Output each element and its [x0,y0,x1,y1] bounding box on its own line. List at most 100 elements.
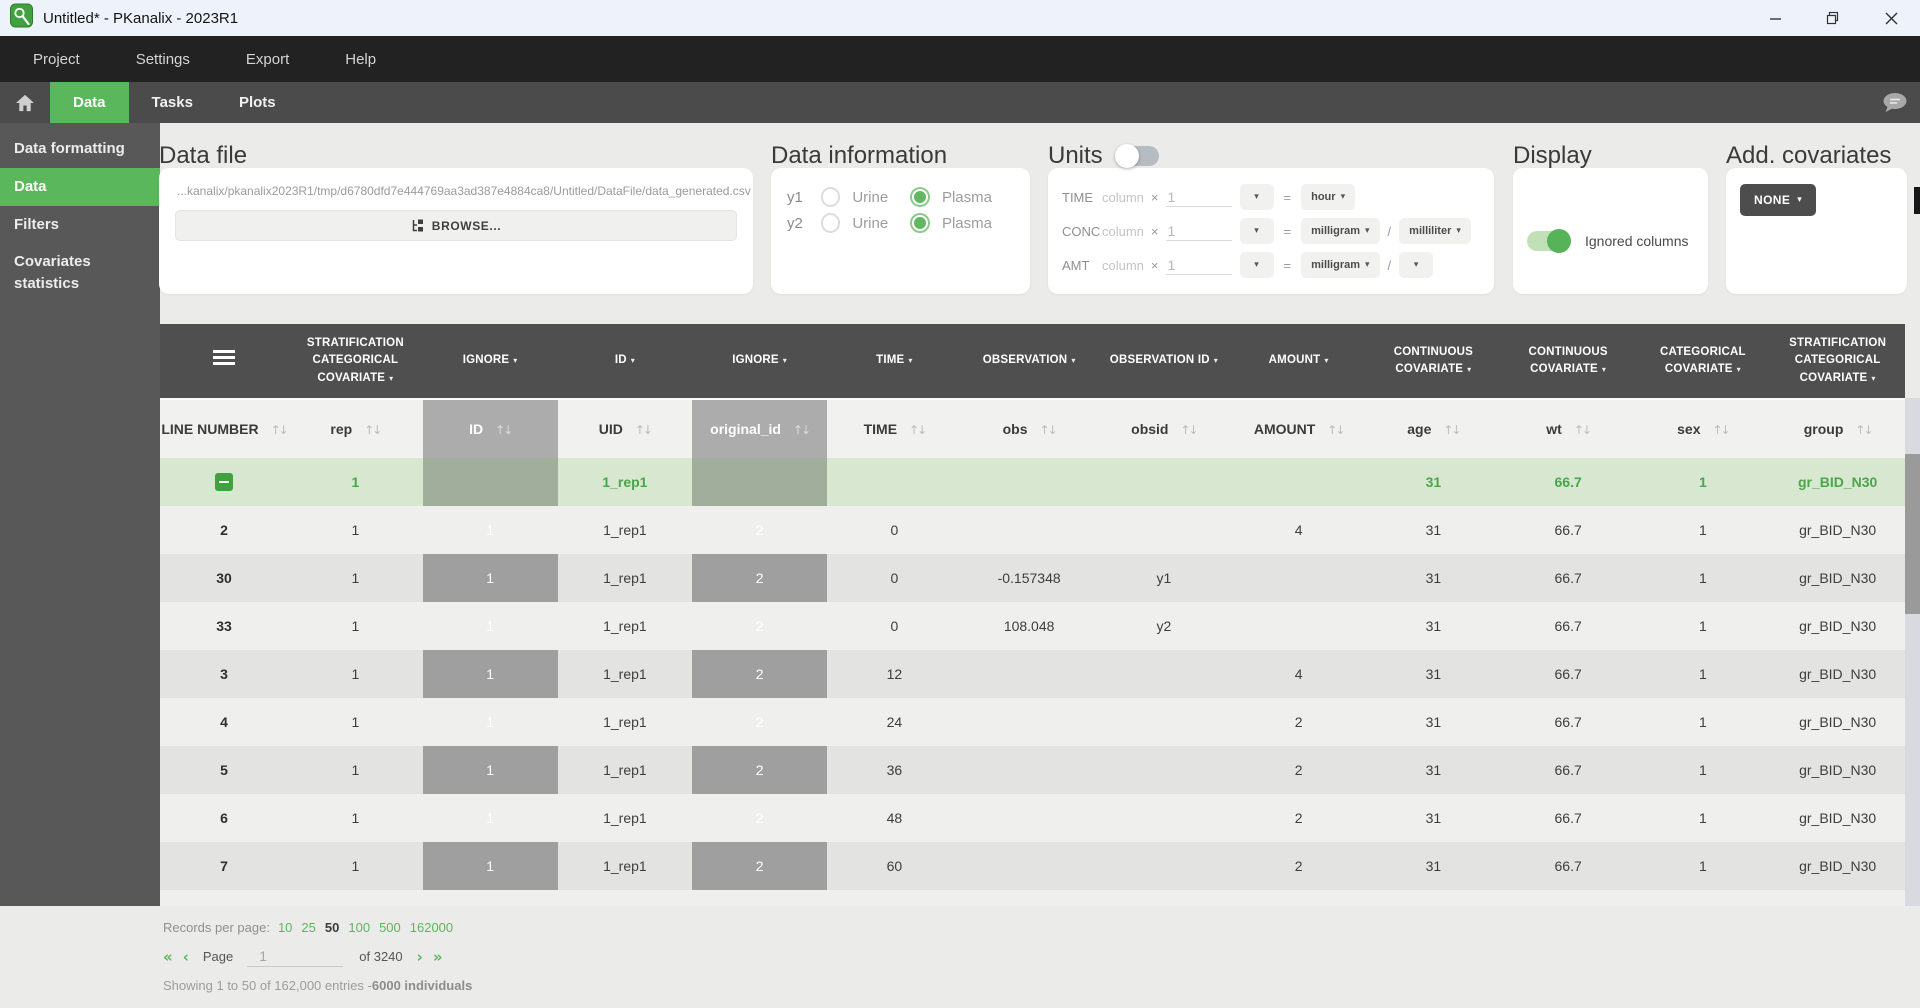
unit-column-dropdown-button[interactable]: ▾ [1240,218,1274,244]
sidebar-item-data[interactable]: Data [0,168,160,206]
sort-arrows-icon[interactable]: ↑↓ [1040,423,1056,437]
caret-down-icon: ▾ [389,374,393,383]
units-toggle[interactable] [1117,146,1159,166]
column-header-rep[interactable]: rep↑↓ [288,399,423,458]
records-option-10[interactable]: 10 [278,920,292,935]
close-button[interactable] [1862,0,1920,36]
caret-down-icon: ▾ [1365,227,1370,236]
add-covariates-none-button[interactable]: NONE ▾ [1740,184,1816,216]
column-header-time[interactable]: TIME↑↓ [827,399,962,458]
sidebar-item-covariates-statistics[interactable]: Covariates statistics [0,243,160,303]
records-option-50[interactable]: 50 [325,920,339,935]
column-header-uid[interactable]: UID↑↓ [558,399,693,458]
sidebar-item-data-formatting[interactable]: Data formatting [0,130,160,168]
sort-arrows-icon[interactable]: ↑↓ [1443,423,1459,437]
unit-column-dropdown-button[interactable]: ▾ [1240,184,1274,210]
column-type-header[interactable]: CATEGORICAL COVARIATE▾ [1636,324,1771,399]
tab-data[interactable]: Data [50,82,129,123]
table-cell-obsid [1097,506,1232,554]
column-header-original_id[interactable]: original_id↑↓ [692,399,827,458]
sort-arrows-icon[interactable]: ↑↓ [1180,423,1196,437]
unit-select-button[interactable]: ▾ [1399,252,1433,278]
table-cell-age: 31 [1366,890,1501,906]
sort-arrows-icon[interactable]: ↑↓ [271,423,287,437]
sort-arrows-icon[interactable]: ↑↓ [1574,423,1590,437]
column-header-obs[interactable]: obs↑↓ [962,399,1097,458]
unit-multiplier-input[interactable] [1166,187,1232,207]
unit-select-button[interactable]: milliliter▾ [1399,218,1471,244]
column-type-header[interactable]: TIME▾ [827,324,962,399]
unit-multiplier-input[interactable] [1166,221,1232,241]
column-header-line-number[interactable]: LINE NUMBER↑↓ [160,399,288,458]
next-page-button[interactable]: › [417,948,423,966]
radio-urine[interactable] [821,213,841,233]
menu-item-project[interactable]: Project [33,51,80,68]
browse-button[interactable]: BROWSE... [175,210,737,241]
column-header-group[interactable]: group↑↓ [1770,399,1905,458]
menu-item-help[interactable]: Help [345,51,376,68]
sort-arrows-icon[interactable]: ↑↓ [1327,423,1343,437]
hamburger-icon[interactable] [213,350,235,365]
unit-select-button[interactable]: hour▾ [1301,184,1355,210]
scrollbar-thumb[interactable] [1905,454,1920,614]
restore-button[interactable] [1804,0,1862,36]
vertical-scrollbar[interactable] [1905,398,1920,906]
radio-selected-plasma[interactable] [910,187,930,207]
column-type-header[interactable]: ID▾ [558,324,693,399]
unit-multiplier-input[interactable] [1166,255,1232,275]
units-toggle-knob[interactable] [1115,144,1139,168]
table-menu-header[interactable] [160,324,288,399]
column-type-header[interactable]: STRATIFICATION CATEGORICAL COVARIATE▾ [288,324,423,399]
tab-tasks[interactable]: Tasks [129,82,216,123]
sort-arrows-icon[interactable]: ↑↓ [495,423,511,437]
observation-type-row: y1UrinePlasma [787,184,1014,210]
ignored-columns-toggle-knob[interactable] [1547,229,1571,253]
column-header-obsid[interactable]: obsid↑↓ [1097,399,1232,458]
records-option-162000[interactable]: 162000 [410,920,453,935]
minimize-button[interactable] [1746,0,1804,36]
sort-arrows-icon[interactable]: ↑↓ [793,423,809,437]
last-page-button[interactable]: » [433,948,443,966]
ignored-columns-toggle[interactable] [1527,231,1569,251]
column-type-header[interactable]: AMOUNT▾ [1231,324,1366,399]
first-page-button[interactable]: « [163,948,173,966]
sidebar: Data formattingDataFiltersCovariates sta… [0,123,160,906]
menu-item-settings[interactable]: Settings [136,51,190,68]
tab-plots[interactable]: Plots [216,82,299,123]
sort-arrows-icon[interactable]: ↑↓ [1713,423,1729,437]
column-type-header[interactable]: STRATIFICATION CATEGORICAL COVARIATE▾ [1770,324,1905,399]
sort-arrows-icon[interactable]: ↑↓ [1855,423,1871,437]
previous-page-button[interactable]: ‹ [183,948,189,966]
column-type-header[interactable]: CONTINUOUS COVARIATE▾ [1366,324,1501,399]
column-header-age[interactable]: age↑↓ [1366,399,1501,458]
unit-select-button[interactable]: milligram▾ [1301,218,1379,244]
column-type-header[interactable]: CONTINUOUS COVARIATE▾ [1501,324,1636,399]
sort-arrows-icon[interactable]: ↑↓ [909,423,925,437]
column-header-id[interactable]: ID↑↓ [423,399,558,458]
table-cell-wt: 66.7 [1501,842,1636,890]
unit-column-dropdown-button[interactable]: ▾ [1240,252,1274,278]
column-header-amount[interactable]: AMOUNT↑↓ [1231,399,1366,458]
column-header-wt[interactable]: wt↑↓ [1501,399,1636,458]
home-button[interactable] [0,82,50,123]
column-type-header[interactable]: OBSERVATION ID▾ [1097,324,1232,399]
page-number-input[interactable] [247,946,343,967]
unit-select-button[interactable]: milligram▾ [1301,252,1379,278]
column-type-header[interactable]: IGNORE▾ [692,324,827,399]
records-option-100[interactable]: 100 [348,920,370,935]
collapse-row-button[interactable] [215,473,233,491]
column-type-header[interactable]: OBSERVATION▾ [962,324,1097,399]
feedback-button[interactable] [1881,92,1908,117]
column-header-sex[interactable]: sex↑↓ [1636,399,1771,458]
table-row: 6111_rep124823166.71gr_BID_N30 [160,794,1905,842]
sort-arrows-icon[interactable]: ↑↓ [364,423,380,437]
radio-selected-plasma[interactable] [910,213,930,233]
records-option-500[interactable]: 500 [379,920,401,935]
radio-urine[interactable] [821,187,841,207]
sort-arrows-icon[interactable]: ↑↓ [635,423,651,437]
sidebar-item-filters[interactable]: Filters [0,206,160,244]
table-cell-rep: 1 [288,506,423,554]
records-option-25[interactable]: 25 [301,920,315,935]
column-type-header[interactable]: IGNORE▾ [423,324,558,399]
menu-item-export[interactable]: Export [246,51,289,68]
